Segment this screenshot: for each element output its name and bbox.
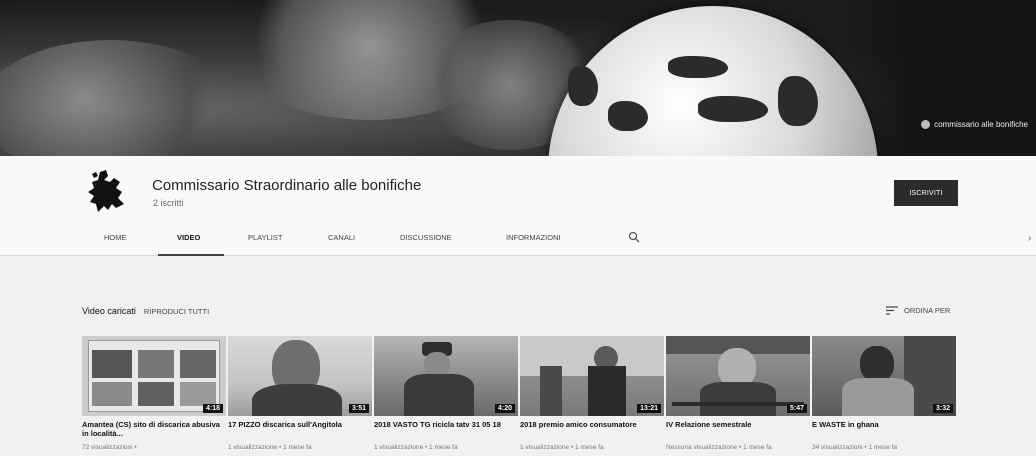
video-card[interactable]: 4:20 2018 VASTO TG ricicla tatv 31 05 18… (374, 336, 518, 452)
channel-header: Commissario Straordinario alle bonifiche… (0, 156, 1036, 256)
video-card[interactable]: 3:51 17 PIZZO discarica sull'Angitola 1 … (228, 336, 372, 452)
tab-playlist[interactable]: PLAYLIST (224, 228, 308, 256)
video-meta: 34 visualizzazioni • 1 mese fa (812, 444, 898, 451)
banner-link-label: commissario alle bonifiche (934, 120, 1028, 129)
video-thumbnail[interactable]: 3:32 (812, 336, 956, 416)
avatar[interactable] (80, 164, 136, 220)
video-title[interactable]: Amantea (CS) sito di discarica abusiva i… (82, 420, 226, 438)
sort-button[interactable]: ORDINA PER (886, 306, 950, 315)
tab-informazioni[interactable]: INFORMAZIONI (490, 228, 590, 256)
sort-label: ORDINA PER (904, 306, 951, 315)
video-meta: 1 visualizzazione • 1 mese fa (374, 444, 458, 451)
video-title[interactable]: E WASTE in ghana (812, 420, 956, 438)
tab-video[interactable]: VIDEO (158, 228, 224, 256)
video-duration: 13:21 (637, 404, 661, 413)
video-card[interactable]: 3:32 E WASTE in ghana 34 visualizzazioni… (812, 336, 956, 452)
subscriber-count: 2 iscritti (153, 198, 184, 208)
video-title[interactable]: 17 PIZZO discarica sull'Angitola (228, 420, 372, 438)
tab-discussione[interactable]: DISCUSSIONE (384, 228, 490, 256)
play-all-button[interactable]: RIPRODUCI TUTTI (144, 307, 209, 316)
video-card[interactable]: 4:18 Amantea (CS) sito di discarica abus… (82, 336, 226, 452)
video-title[interactable]: 2018 premio amico consumatore (520, 420, 664, 438)
channel-banner: commissario alle bonifiche (0, 0, 1036, 156)
section-title: Video caricati (82, 306, 136, 316)
video-title[interactable]: 2018 VASTO TG ricicla tatv 31 05 18 (374, 420, 518, 438)
chevron-right-icon[interactable]: › (1028, 233, 1031, 244)
channel-title: Commissario Straordinario alle bonifiche (152, 177, 422, 194)
video-card[interactable]: 13:21 2018 premio amico consumatore 1 vi… (520, 336, 664, 452)
video-duration: 4:20 (494, 404, 515, 413)
video-thumbnail[interactable]: 4:18 (82, 336, 226, 416)
video-thumbnail[interactable]: 13:21 (520, 336, 664, 416)
europe-map-icon (88, 170, 124, 212)
channel-link-icon (921, 120, 931, 129)
video-title[interactable]: IV Relazione semestrale (666, 420, 810, 438)
banner-link[interactable]: commissario alle bonifiche (921, 120, 1028, 129)
video-meta: 1 visualizzazione • 1 mese fa (520, 444, 604, 451)
tab-home[interactable]: HOME (88, 228, 158, 256)
video-card[interactable]: 5:47 IV Relazione semestrale Nessuna vis… (666, 336, 810, 452)
video-meta: 72 visualizzazioni • (82, 444, 137, 451)
tab-canali[interactable]: CANALI (308, 228, 384, 256)
sort-icon (886, 306, 898, 315)
video-grid: 4:18 Amantea (CS) sito di discarica abus… (82, 336, 956, 452)
video-meta: 1 visualizzazione • 1 mese fa (228, 444, 312, 451)
globe-image (548, 6, 878, 156)
subscribe-button[interactable]: ISCRIVITI (894, 180, 958, 206)
video-meta: Nessuna visualizzazione • 1 mese fa (666, 444, 772, 451)
video-thumbnail[interactable]: 4:20 (374, 336, 518, 416)
search-icon[interactable] (628, 231, 640, 243)
video-thumbnail[interactable]: 3:51 (228, 336, 372, 416)
video-duration: 3:32 (932, 404, 953, 413)
video-thumbnail[interactable]: 5:47 (666, 336, 810, 416)
video-duration: 4:18 (202, 404, 223, 413)
video-duration: 3:51 (348, 404, 369, 413)
uploads-section-header: Video caricati RIPRODUCI TUTTI (82, 306, 209, 316)
channel-tabs: HOME VIDEO PLAYLIST CANALI DISCUSSIONE I… (88, 228, 590, 256)
video-duration: 5:47 (786, 404, 807, 413)
